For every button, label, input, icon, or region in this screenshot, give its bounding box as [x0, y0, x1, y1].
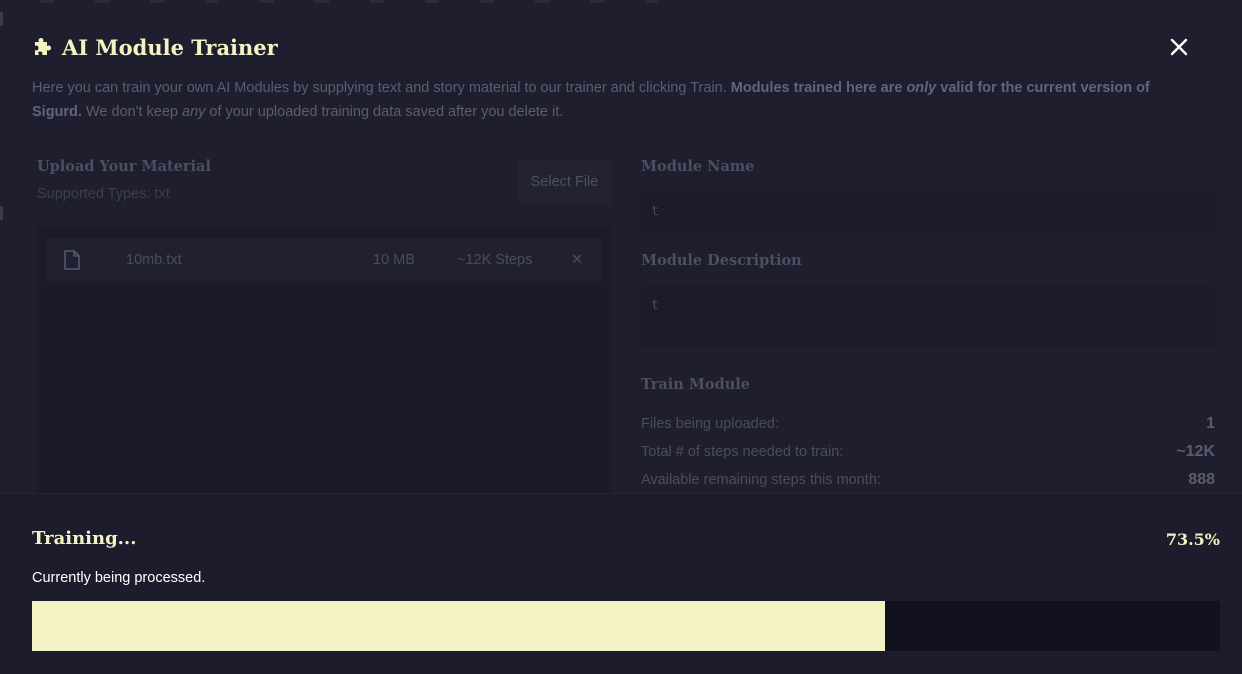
- training-title: Training...: [32, 528, 137, 549]
- modal-title: AI Module Trainer: [62, 34, 278, 60]
- file-row: 10mb.txt 10 MB ~12K Steps ✕: [47, 238, 601, 281]
- stat-remaining-steps: Available remaining steps this month: 88…: [641, 469, 1215, 491]
- module-description-label: Module Description: [641, 252, 802, 269]
- description-text: of your uploaded training data saved aft…: [205, 104, 564, 120]
- upload-label: Upload Your Material: [37, 158, 211, 175]
- file-icon: [63, 238, 81, 281]
- stat-label: Total # of steps needed to train:: [641, 444, 844, 460]
- background-edge-mark: [0, 206, 3, 220]
- training-progress-panel: Training... 73.5% Currently being proces…: [0, 493, 1242, 674]
- stat-value: 888: [1188, 471, 1215, 488]
- stat-value: 1: [1206, 415, 1215, 432]
- stat-label: Available remaining steps this month:: [641, 472, 881, 488]
- close-modal-button[interactable]: [1168, 36, 1190, 58]
- progress-bar-fill: [32, 601, 885, 651]
- module-name-label: Module Name: [641, 158, 755, 175]
- progress-bar: [32, 601, 1220, 651]
- stat-value: ~12K: [1176, 443, 1215, 460]
- description-bold-italic: only: [906, 80, 937, 96]
- stat-label: Files being uploaded:: [641, 416, 779, 432]
- description-text: We don't keep: [81, 104, 182, 120]
- background-page-strip: [0, 0, 1242, 6]
- uploaded-files-list: 10mb.txt 10 MB ~12K Steps ✕: [37, 228, 611, 508]
- modal-description: Here you can train your own AI Modules b…: [32, 76, 1202, 124]
- description-bold: Modules trained here are: [730, 80, 907, 96]
- training-percent: 73.5%: [1165, 530, 1220, 549]
- background-edge-mark: [0, 12, 3, 26]
- module-name-input[interactable]: t: [641, 192, 1215, 232]
- remove-file-button[interactable]: ✕: [571, 238, 583, 281]
- modal-header: AI Module Trainer: [32, 30, 1212, 64]
- supported-types: Supported Types: txt: [37, 186, 170, 202]
- select-file-button[interactable]: Select File: [518, 160, 611, 204]
- file-size: 10 MB: [373, 251, 415, 268]
- module-description-input[interactable]: t: [641, 286, 1215, 348]
- stat-steps-needed: Total # of steps needed to train: ~12K: [641, 441, 1215, 463]
- puzzle-icon: [32, 36, 54, 58]
- stat-files-uploaded: Files being uploaded: 1: [641, 413, 1215, 435]
- description-text: Here you can train your own AI Modules b…: [32, 80, 731, 96]
- file-steps: ~12K Steps: [457, 251, 533, 268]
- training-status: Currently being processed.: [32, 570, 206, 586]
- close-icon: [1170, 38, 1188, 56]
- ai-module-trainer-modal: AI Module Trainer Here you can train you…: [0, 0, 1242, 674]
- description-italic: any: [182, 104, 206, 120]
- train-module-label: Train Module: [641, 376, 751, 393]
- file-name: 10mb.txt: [126, 251, 182, 268]
